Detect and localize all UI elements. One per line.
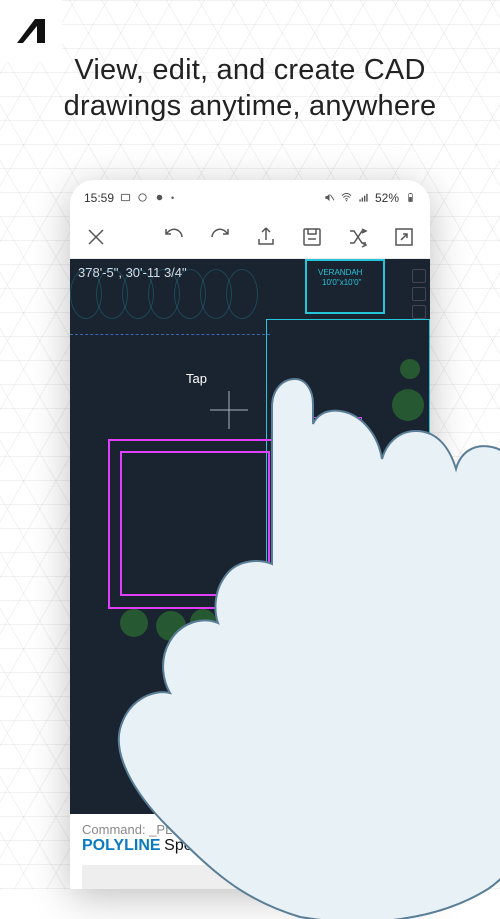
command-name-label: POLYLINE xyxy=(82,837,161,854)
expand-icon xyxy=(392,225,416,249)
autodesk-logo-icon xyxy=(11,11,51,51)
phone-mockup: 15:59 • 52% xyxy=(70,180,430,889)
command-current-line: POLYLINE Specify start po xyxy=(82,837,418,855)
save-icon xyxy=(300,225,324,249)
door-arc-icon xyxy=(340,484,378,522)
redo-button[interactable] xyxy=(206,223,234,251)
command-prefix: Command: xyxy=(82,822,149,837)
command-desc-label: Specify start po xyxy=(164,837,274,854)
fullscreen-button[interactable] xyxy=(390,223,418,251)
room-main-inner xyxy=(120,451,270,596)
living-dim: 5'0"x15'0" xyxy=(282,529,317,538)
drawing-canvas[interactable]: 378'-5", 30'-11 3/4" VERANDAH 10'0"x10'0… xyxy=(70,259,430,814)
close-icon xyxy=(84,225,108,249)
app-toolbar xyxy=(70,215,430,259)
statusbar-time: 15:59 xyxy=(84,191,114,205)
signal-icon xyxy=(358,192,369,203)
layer-controls[interactable] xyxy=(412,269,426,319)
command-raw: _PLINE xyxy=(149,822,194,837)
battery-percent: 52% xyxy=(375,191,399,205)
close-button[interactable] xyxy=(82,223,110,251)
tap-hint-label: Tap xyxy=(186,371,207,386)
verandah-dim: 10'0"x10'0" xyxy=(322,279,361,288)
android-statusbar: 15:59 • 52% xyxy=(70,180,430,215)
vestibule-label: VESTIBUL xyxy=(390,485,429,494)
entrance-dim: 9'0"x9'0" xyxy=(396,495,427,504)
sync-icon xyxy=(137,192,148,203)
crosshair-cursor xyxy=(210,391,248,431)
snap-button[interactable] xyxy=(344,223,372,251)
image-icon xyxy=(120,192,131,203)
dashed-guide xyxy=(70,334,270,335)
verandah-label: VERANDAH xyxy=(318,269,362,278)
living-label: IVING ROOM xyxy=(280,519,329,528)
share-button[interactable] xyxy=(252,223,280,251)
command-history-line: Command: _PLINE xyxy=(82,822,418,837)
wifi-icon xyxy=(341,192,352,203)
mute-icon xyxy=(324,192,335,203)
undo-button[interactable] xyxy=(160,223,188,251)
room-small xyxy=(284,417,362,487)
redo-icon xyxy=(208,225,232,249)
notification-dot-icon xyxy=(154,192,165,203)
share-icon xyxy=(254,225,278,249)
save-button[interactable] xyxy=(298,223,326,251)
autodesk-logo xyxy=(0,0,62,62)
command-area: Command: _PLINE POLYLINE Specify start p… xyxy=(70,814,430,889)
headline-text: View, edit, and create CAD drawings anyt… xyxy=(0,52,500,125)
entrance-label: ENTRANC xyxy=(390,475,429,484)
battery-icon xyxy=(405,192,416,203)
decorative-ellipses xyxy=(70,269,280,329)
more-dot: • xyxy=(171,193,174,203)
shuffle-icon xyxy=(346,225,370,249)
undo-icon xyxy=(162,225,186,249)
command-input[interactable] xyxy=(82,865,418,889)
